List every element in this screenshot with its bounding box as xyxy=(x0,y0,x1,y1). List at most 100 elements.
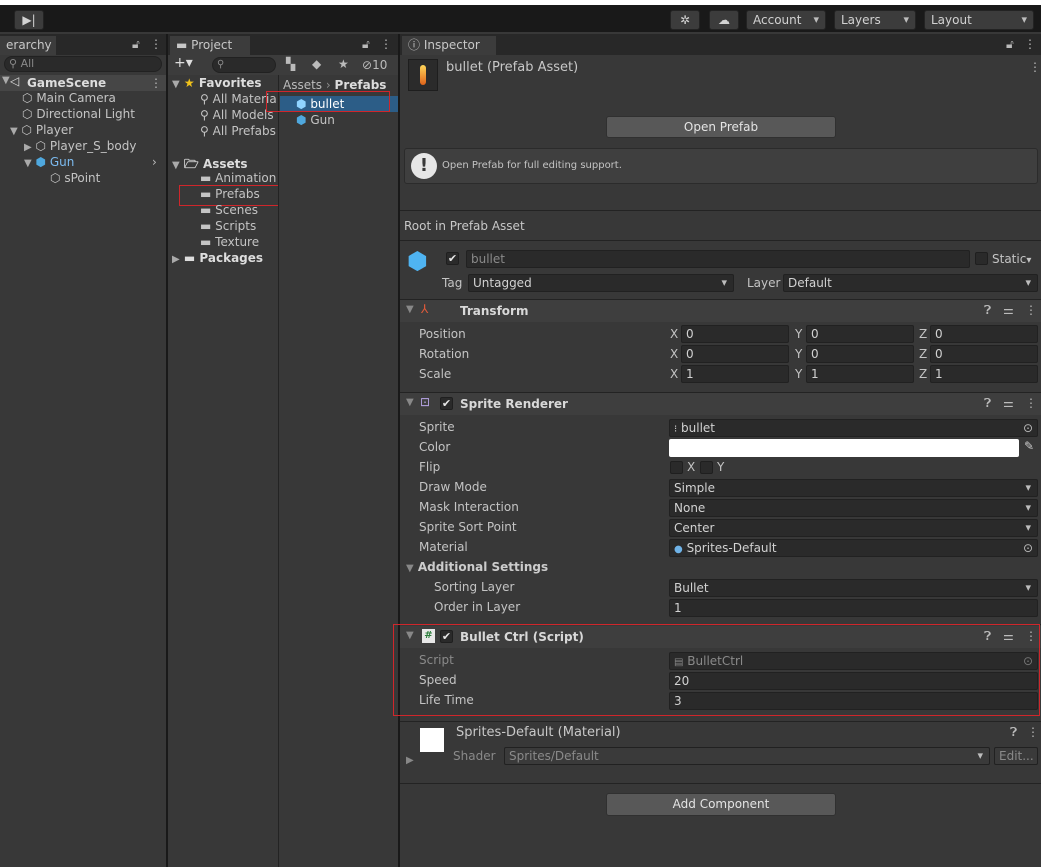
kebab-menu-icon[interactable]: ⋮ xyxy=(1024,37,1036,51)
scale-x-input[interactable]: 1 xyxy=(681,365,789,383)
preset-sliders-icon[interactable]: ⚌ xyxy=(1003,303,1014,317)
mask-interaction-dropdown[interactable]: None xyxy=(669,499,1038,517)
material-menu-icon[interactable]: ⋮ xyxy=(1027,725,1039,739)
kebab-menu-icon[interactable]: ⋮ xyxy=(380,37,392,51)
services-button[interactable]: ✲ xyxy=(670,10,700,30)
prefab-cube-icon[interactable]: ⬢ xyxy=(407,247,428,275)
project-search-input[interactable]: ⚲ xyxy=(212,57,276,73)
eyedropper-icon[interactable]: ✎ xyxy=(1024,439,1034,453)
scene-row[interactable]: ▼ ◁ GameScene ⋮ xyxy=(0,74,166,91)
create-plus-icon[interactable]: +▾ xyxy=(174,55,193,71)
static-dropdown[interactable]: Static▾ xyxy=(992,252,1031,266)
tag-dropdown[interactable]: Untagged xyxy=(468,274,734,292)
sort-point-dropdown[interactable]: Center xyxy=(669,519,1038,537)
component-menu-icon[interactable]: ⋮ xyxy=(1025,396,1037,410)
scale-z-input[interactable]: 1 xyxy=(930,365,1038,383)
axis-z-label[interactable]: Z xyxy=(919,327,927,341)
color-swatch[interactable] xyxy=(669,439,1019,457)
axis-x-label[interactable]: X xyxy=(670,347,678,361)
step-button[interactable]: ▶| xyxy=(14,10,44,30)
axis-y-label[interactable]: Y xyxy=(795,367,802,381)
star-icon[interactable]: ★ xyxy=(338,57,349,71)
folder-animation[interactable]: ▬ Animation xyxy=(200,171,276,185)
shader-dropdown[interactable]: Sprites/Default xyxy=(504,747,990,765)
help-icon[interactable]: ❓︎ xyxy=(984,303,991,318)
static-checkbox[interactable] xyxy=(975,252,988,265)
position-x-input[interactable]: 0 xyxy=(681,325,789,343)
component-menu-icon[interactable]: ⋮ xyxy=(1025,303,1037,317)
lock-icon[interactable]: 🔓︎ xyxy=(1006,37,1014,52)
axis-x-label[interactable]: X xyxy=(670,367,678,381)
open-prefab-arrow-icon[interactable]: › xyxy=(152,155,157,169)
transform-header[interactable]: ▼ ⅄ Transform ❓︎ ⚌ ⋮ xyxy=(400,300,1041,322)
sorting-layer-dropdown[interactable]: Bullet xyxy=(669,579,1038,597)
hierarchy-item-directional-light[interactable]: ⬡ Directional Light xyxy=(22,107,135,121)
active-checkbox[interactable]: ✔ xyxy=(446,252,459,265)
sprite-object-field[interactable]: ⁝ bullet ⊙ xyxy=(669,419,1038,437)
shader-edit-button[interactable]: Edit... xyxy=(994,747,1038,765)
lock-icon[interactable]: 🔓︎ xyxy=(132,37,140,52)
object-name-input[interactable]: bullet xyxy=(466,250,970,268)
help-icon[interactable]: ❓︎ xyxy=(1010,725,1017,740)
project-tab[interactable]: ▬ Project xyxy=(170,36,250,55)
asset-menu-icon[interactable]: ⋮ xyxy=(1029,60,1041,74)
object-picker-icon[interactable]: ⊙ xyxy=(1023,540,1033,556)
folder-scenes[interactable]: ▬ Scenes xyxy=(200,203,258,217)
add-component-button[interactable]: Add Component xyxy=(606,793,836,816)
additional-settings-foldout[interactable]: ▼ Additional Settings xyxy=(406,560,548,574)
position-y-input[interactable]: 0 xyxy=(806,325,914,343)
hierarchy-item-player[interactable]: ▼ ⬡ Player xyxy=(10,123,73,137)
account-dropdown[interactable]: Account xyxy=(746,10,826,30)
scene-menu-icon[interactable]: ⋮ xyxy=(150,76,162,90)
object-picker-icon[interactable]: ⊙ xyxy=(1023,420,1033,436)
rotation-y-input[interactable]: 0 xyxy=(806,345,914,363)
project-split-divider[interactable] xyxy=(278,75,279,867)
label-tag-icon[interactable]: ◆ xyxy=(312,57,321,71)
open-prefab-button[interactable]: Open Prefab xyxy=(606,116,836,138)
rotation-x-input[interactable]: 0 xyxy=(681,345,789,363)
hierarchy-item-player-s-body[interactable]: ▶ ⬡ Player_S_body xyxy=(24,139,136,153)
hierarchy-item-main-camera[interactable]: ⬡ Main Camera xyxy=(22,91,116,105)
axis-y-label[interactable]: Y xyxy=(795,327,802,341)
preset-sliders-icon[interactable]: ⚌ xyxy=(1003,396,1014,410)
layout-dropdown[interactable]: Layout xyxy=(924,10,1034,30)
rotation-z-input[interactable]: 0 xyxy=(930,345,1038,363)
layer-dropdown[interactable]: Default xyxy=(783,274,1038,292)
packages-row[interactable]: ▶ ▬ Packages xyxy=(172,251,263,265)
file-gun[interactable]: ⬢ Gun xyxy=(296,113,335,127)
breadcrumb-assets[interactable]: Assets xyxy=(283,78,322,92)
layers-dropdown[interactable]: Layers xyxy=(834,10,916,30)
folder-texture[interactable]: ▬ Texture xyxy=(200,235,259,249)
kebab-menu-icon[interactable]: ⋮ xyxy=(150,37,162,51)
favorites-row[interactable]: ▼ ★ Favorites xyxy=(172,76,262,90)
help-icon[interactable]: ❓︎ xyxy=(984,396,991,411)
axis-y-label[interactable]: Y xyxy=(795,347,802,361)
favorite-all-models[interactable]: ⚲ All Models xyxy=(200,108,274,122)
cloud-button[interactable]: ☁ xyxy=(709,10,739,30)
hierarchy-search-input[interactable]: ⚲ All xyxy=(4,56,162,72)
collapsed-arrow-icon[interactable]: ▶ xyxy=(406,755,414,766)
breadcrumb-prefabs[interactable]: Prefabs xyxy=(335,78,387,92)
hierarchy-tab[interactable]: erarchy xyxy=(0,36,56,55)
info-helpbox: ! Open Prefab for full editing support. xyxy=(404,148,1038,184)
folder-scripts[interactable]: ▬ Scripts xyxy=(200,219,256,233)
flip-x-checkbox[interactable] xyxy=(670,461,683,474)
favorite-all-prefabs[interactable]: ⚲ All Prefabs xyxy=(200,124,276,138)
draw-mode-dropdown[interactable]: Simple xyxy=(669,479,1038,497)
inspector-tab[interactable]: ⓘ Inspector xyxy=(402,36,496,55)
sprite-renderer-header[interactable]: ▼ ⊡ ✔ Sprite Renderer ❓︎ ⚌ ⋮ xyxy=(400,393,1041,415)
hierarchy-item-gun[interactable]: ▼ ⬢ Gun › xyxy=(24,155,166,169)
axis-z-label[interactable]: Z xyxy=(919,347,927,361)
hierarchy-item-spoint[interactable]: ⬡ sPoint xyxy=(50,171,100,185)
order-in-layer-input[interactable]: 1 xyxy=(669,599,1038,617)
flip-y-checkbox[interactable] xyxy=(700,461,713,474)
material-object-field[interactable]: ● Sprites-Default ⊙ xyxy=(669,539,1038,557)
lock-icon[interactable]: 🔓︎ xyxy=(362,37,370,52)
axis-z-label[interactable]: Z xyxy=(919,367,927,381)
position-z-input[interactable]: 0 xyxy=(930,325,1038,343)
axis-x-label[interactable]: X xyxy=(670,327,678,341)
hidden-packages-toggle[interactable]: ⊘10 xyxy=(362,58,387,72)
sprite-renderer-enabled-checkbox[interactable]: ✔ xyxy=(440,397,453,410)
scale-y-input[interactable]: 1 xyxy=(806,365,914,383)
filter-type-icon[interactable]: ▚ xyxy=(286,57,295,71)
